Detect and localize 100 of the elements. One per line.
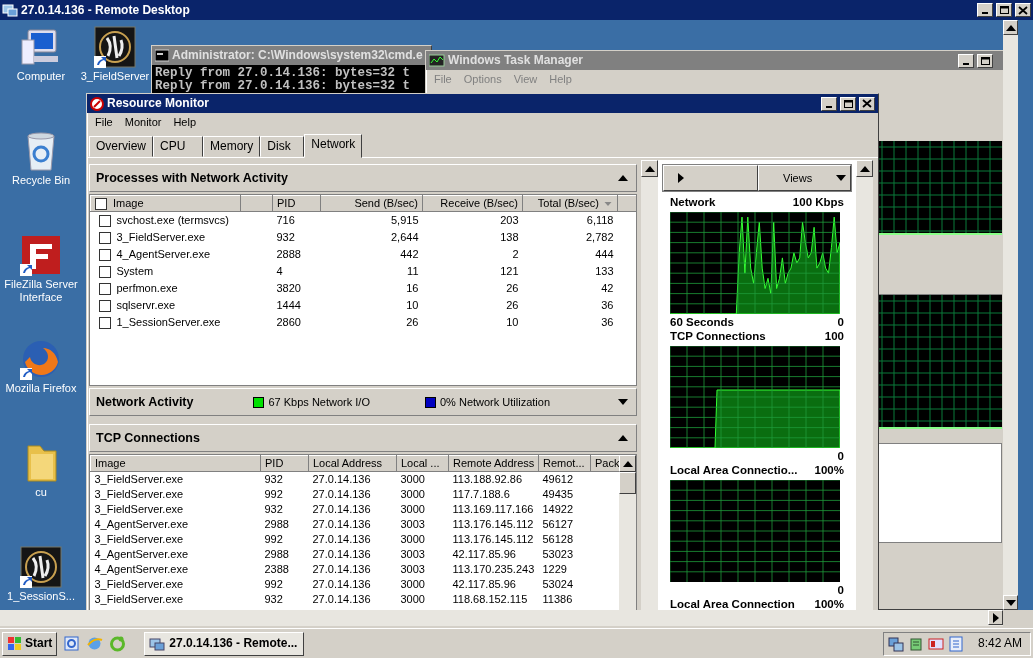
menu-item[interactable]: File: [95, 116, 113, 130]
table-cell: 49612: [542, 473, 574, 486]
section-title: TCP Connections: [96, 430, 200, 446]
table-cell: 27.0.14.136: [312, 502, 371, 515]
start-button[interactable]: Start: [2, 631, 58, 656]
table-cell: 133: [595, 264, 614, 277]
table-cell: 27.0.14.136: [312, 562, 371, 575]
column-header[interactable]: Image: [90, 195, 241, 212]
section-header[interactable]: TCP Connections: [89, 424, 637, 453]
table-cell: 26: [506, 298, 519, 311]
column-header[interactable]: Send (B/sec): [320, 195, 423, 212]
desktop-icon-label[interactable]: 1_SessionS...: [7, 590, 75, 603]
table-cell: 3_FieldServer.exe: [94, 502, 184, 515]
table-cell: 3000: [400, 487, 425, 500]
table-cell: 11: [407, 264, 419, 277]
table-cell: 27.0.14.136: [312, 487, 371, 500]
table-cell: 2,782: [585, 230, 614, 243]
section-header[interactable]: Network Activity 67 Kbps Network I/O 0% Network Utilization: [89, 388, 637, 417]
table-cell: 2988: [264, 547, 289, 560]
desktop-icon-label[interactable]: cu: [35, 486, 47, 499]
table-cell: 27.0.14.136: [312, 577, 371, 590]
window-title: Windows Task Manager: [448, 53, 584, 68]
table-cell: 27.0.14.136: [312, 547, 371, 560]
table-cell: 3000: [400, 532, 425, 545]
table-cell: 3000: [400, 577, 425, 590]
column-header[interactable]: Total (B/sec): [522, 195, 618, 212]
table-cell: 36: [601, 315, 614, 328]
tab[interactable]: Overview: [89, 136, 153, 158]
table-cell: 3820: [276, 281, 301, 294]
table-cell: 932: [264, 473, 283, 486]
table-cell: 42: [601, 281, 614, 294]
desktop-icon-label[interactable]: Recycle Bin: [11, 174, 71, 187]
graph-title: Local Area Connectio...: [670, 463, 798, 478]
console-line: Reply from 27.0.14.136: bytes=32 t: [155, 80, 412, 93]
menu-item[interactable]: Monitor: [124, 116, 162, 130]
table-cell: 992: [264, 487, 283, 500]
console-line: Reply from 27.0.14.136: bytes=32 t: [155, 67, 412, 80]
tab[interactable]: Network: [304, 134, 363, 159]
table-cell: 14922: [542, 502, 574, 515]
section-title: Processes with Network Activity: [96, 170, 288, 186]
table-cell: 53023: [542, 547, 574, 560]
table-cell: 10: [506, 315, 519, 328]
tab[interactable]: Memory: [203, 136, 261, 158]
table-cell: 444: [595, 247, 614, 260]
table-cell: 3_FieldServer.exe: [94, 592, 184, 605]
tab[interactable]: Disk: [260, 136, 305, 158]
column-header[interactable]: Image: [90, 455, 261, 472]
table-cell: 53024: [542, 577, 574, 590]
section-header[interactable]: Processes with Network Activity: [89, 164, 637, 193]
table-cell: 932: [276, 230, 295, 243]
table-cell: 4: [276, 264, 283, 277]
graph-min-label: 0: [837, 316, 844, 328]
table-cell: 203: [500, 214, 519, 227]
table-cell: 10: [406, 298, 419, 311]
table-cell: 118.68.152.115: [452, 592, 528, 605]
views-button[interactable]: Views: [758, 165, 851, 192]
graph-max-label: 100%: [814, 463, 844, 478]
desktop-icon-label[interactable]: Computer: [16, 70, 66, 83]
column-header[interactable]: Local Address: [308, 455, 397, 472]
table-cell: 3_FieldServer.exe: [94, 532, 184, 545]
table-cell: 121: [500, 264, 519, 277]
graph-time-label: 60 Seconds: [670, 316, 734, 328]
menu-item[interactable]: Help: [173, 116, 197, 130]
table-cell: 11386: [542, 592, 573, 605]
table-cell: 716: [276, 214, 295, 227]
table-cell: 992: [264, 532, 283, 545]
table-cell: 2388: [264, 562, 289, 575]
graph-min-label: 0: [837, 449, 844, 462]
table-cell: sqlservr.exe: [116, 298, 176, 311]
column-header[interactable]: Receive (B/sec): [422, 195, 523, 212]
table-cell: 1444: [276, 298, 301, 311]
table-cell: 42.117.85.96: [452, 577, 516, 590]
graph-min-label: 0: [837, 583, 844, 596]
desktop-icon-label[interactable]: 3_FieldServer: [80, 70, 150, 83]
table-cell: 5,915: [390, 214, 419, 227]
table-cell: 27.0.14.136: [312, 532, 371, 545]
column-header[interactable]: PID: [272, 195, 321, 212]
window-title: Resource Monitor: [107, 96, 209, 111]
table-cell: 3_FieldServer.exe: [116, 230, 206, 243]
column-header[interactable]: PID: [260, 455, 309, 472]
table-cell: 26: [506, 281, 519, 294]
table-cell: 3_FieldServer.exe: [94, 577, 184, 590]
column-header[interactable]: Local ...: [396, 455, 449, 472]
desktop-icon-label[interactable]: Mozilla Firefox: [5, 382, 77, 395]
clock: 8:42 AM: [977, 636, 1022, 651]
table-cell: 6,118: [586, 214, 614, 227]
graph-max-label: 100 Kbps: [792, 196, 844, 210]
table-cell: 113.176.145.112: [452, 517, 534, 530]
section-title: Network Activity: [96, 394, 194, 410]
taskbar-button[interactable]: 27.0.14.136 - Remote...: [144, 631, 305, 656]
table-cell: 27.0.14.136: [312, 592, 371, 605]
table-cell: 1_SessionServer.exe: [116, 315, 221, 328]
column-header[interactable]: Pack: [590, 455, 619, 472]
table-cell: 138: [500, 230, 519, 243]
column-header[interactable]: Remot...: [538, 455, 591, 472]
table-cell: 2988: [264, 517, 289, 530]
table-cell: 3003: [400, 562, 425, 575]
column-header[interactable]: Remote Address: [448, 455, 539, 472]
tab[interactable]: CPU: [153, 136, 203, 158]
desktop-icon-label[interactable]: FileZilla Server Interface: [3, 278, 79, 304]
